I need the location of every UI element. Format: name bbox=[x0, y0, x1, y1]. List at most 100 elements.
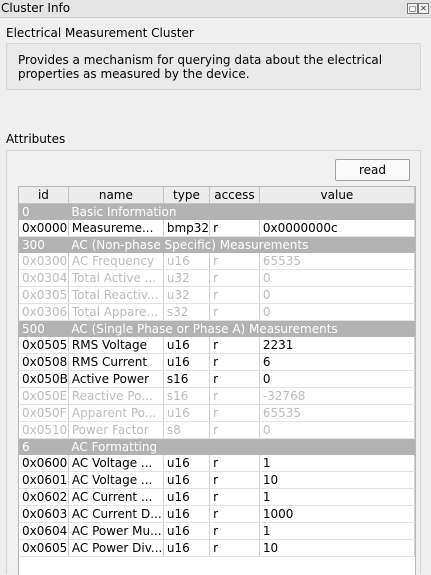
cell-access: r bbox=[209, 337, 260, 354]
cell-access: r bbox=[209, 303, 260, 321]
table-row[interactable]: 0x0605 AC Power Div... u16 r 10 bbox=[19, 539, 416, 557]
cell-id: 0x0510 bbox=[19, 421, 69, 439]
group-name: AC (Non-phase Specific) Measurements bbox=[68, 236, 415, 253]
cell-value: 0 bbox=[259, 370, 416, 388]
cell-value: 10 bbox=[259, 539, 416, 557]
cell-type: u32 bbox=[163, 269, 211, 287]
cell-name: Total Appare... bbox=[68, 303, 164, 321]
cell-access: r bbox=[209, 370, 260, 388]
cell-type: u16 bbox=[163, 404, 211, 422]
cell-name: Total Reactiv... bbox=[68, 286, 164, 304]
table-row[interactable]: 0x050B Active Power s16 r 0 bbox=[19, 370, 416, 388]
cell-type: s16 bbox=[163, 370, 211, 388]
table-group-row: 500 AC (Single Phase or Phase A) Measurem… bbox=[19, 320, 415, 337]
cell-access: r bbox=[209, 404, 260, 422]
cell-type: u16 bbox=[163, 522, 211, 540]
cell-id: 0x0505 bbox=[19, 337, 69, 354]
table-row[interactable]: 0x0000 Measureme... bmp32 r 0x0000000c bbox=[19, 220, 416, 237]
cell-id: 0x0600 bbox=[19, 455, 69, 472]
cluster-description: Provides a mechanism for querying data a… bbox=[18, 53, 408, 81]
cell-access: r bbox=[209, 488, 260, 506]
close-icon[interactable]: ✕ bbox=[418, 3, 429, 14]
group-id: 500 bbox=[19, 320, 69, 337]
cell-value: 1 bbox=[259, 488, 416, 506]
cell-id: 0x050F bbox=[19, 404, 69, 422]
cluster-name: Electrical Measurement Cluster bbox=[6, 26, 194, 40]
cell-access: r bbox=[209, 269, 260, 287]
cell-value: 0 bbox=[259, 421, 416, 439]
cell-id: 0x0603 bbox=[19, 505, 69, 523]
attributes-table: id name type access value 0 Basic Informa… bbox=[19, 187, 416, 557]
group-name: AC (Single Phase or Phase A) Measurement… bbox=[68, 320, 415, 337]
cell-id: 0x0602 bbox=[19, 488, 69, 506]
group-id: 300 bbox=[19, 236, 69, 253]
cell-access: r bbox=[209, 220, 260, 237]
table-row[interactable]: 0x0604 AC Power Mu... u16 r 1 bbox=[19, 522, 416, 540]
cell-name: Power Factor bbox=[68, 421, 164, 439]
cell-id: 0x0304 bbox=[19, 269, 69, 287]
attributes-table-body: 0 Basic Information 0x0000 Measureme... bmp3… bbox=[19, 203, 416, 557]
table-row[interactable]: 0x0603 AC Current D... u16 r 1000 bbox=[19, 505, 416, 523]
table-row[interactable]: 0x050F Apparent Po... u16 r 65535 bbox=[19, 404, 416, 422]
attributes-label: Attributes bbox=[6, 132, 66, 146]
cell-value: 1000 bbox=[259, 505, 416, 523]
column-header-access[interactable]: access bbox=[209, 187, 260, 204]
table-row[interactable]: 0x0300 AC Frequency u16 r 65535 bbox=[19, 253, 416, 270]
cell-name: Apparent Po... bbox=[68, 404, 164, 422]
cell-name: AC Power Div... bbox=[68, 539, 164, 557]
cell-name: RMS Current bbox=[68, 353, 164, 371]
cell-type: s32 bbox=[163, 303, 211, 321]
cell-name: AC Current ... bbox=[68, 488, 164, 506]
table-row[interactable]: 0x0505 RMS Voltage u16 r 2231 bbox=[19, 337, 416, 354]
table-row[interactable]: 0x050E Reactive Po... s16 r -32768 bbox=[19, 387, 416, 405]
description-line-1: Provides a mechanism for querying data a… bbox=[18, 53, 383, 67]
group-name: Basic Information bbox=[68, 203, 415, 220]
cell-id: 0x0604 bbox=[19, 522, 69, 540]
cell-type: u32 bbox=[163, 286, 211, 304]
column-header-name[interactable]: name bbox=[68, 187, 164, 204]
read-button[interactable]: read bbox=[335, 159, 410, 181]
cell-access: r bbox=[209, 471, 260, 489]
table-row[interactable]: 0x0508 RMS Current u16 r 6 bbox=[19, 353, 416, 371]
cell-value: 0 bbox=[259, 303, 416, 321]
cell-name: RMS Voltage bbox=[68, 337, 164, 354]
cell-id: 0x0305 bbox=[19, 286, 69, 304]
cell-id: 0x0601 bbox=[19, 471, 69, 489]
table-row[interactable]: 0x0305 Total Reactiv... u32 r 0 bbox=[19, 286, 416, 304]
group-id: 6 bbox=[19, 438, 69, 455]
cell-access: r bbox=[209, 539, 260, 557]
cell-id: 0x0605 bbox=[19, 539, 69, 557]
cell-id: 0x050E bbox=[19, 387, 69, 405]
table-row[interactable]: 0x0602 AC Current ... u16 r 1 bbox=[19, 488, 416, 506]
cell-access: r bbox=[209, 353, 260, 371]
cell-name: Measureme... bbox=[68, 220, 164, 237]
cell-type: s16 bbox=[163, 387, 211, 405]
table-group-row: 0 Basic Information bbox=[19, 203, 415, 220]
cell-access: r bbox=[209, 387, 260, 405]
attributes-table-container[interactable]: id name type access value 0 Basic Informa… bbox=[18, 186, 416, 575]
cell-type: u16 bbox=[163, 455, 211, 472]
cell-type: u16 bbox=[163, 539, 211, 557]
float-icon[interactable]: ▢ bbox=[407, 3, 418, 14]
cell-value: 10 bbox=[259, 471, 416, 489]
table-row[interactable]: 0x0601 AC Voltage ... u16 r 10 bbox=[19, 471, 416, 489]
cell-name: AC Frequency bbox=[68, 253, 164, 270]
cell-type: u16 bbox=[163, 471, 211, 489]
column-header-value[interactable]: value bbox=[259, 187, 416, 204]
table-row[interactable]: 0x0600 AC Voltage ... u16 r 1 bbox=[19, 455, 416, 472]
table-row[interactable]: 0x0306 Total Appare... s32 r 0 bbox=[19, 303, 416, 321]
cell-name: Active Power bbox=[68, 370, 164, 388]
column-header-type[interactable]: type bbox=[163, 187, 211, 204]
cell-id: 0x050B bbox=[19, 370, 69, 388]
cell-access: r bbox=[209, 286, 260, 304]
group-name: AC Formatting bbox=[68, 438, 415, 455]
cell-type: u16 bbox=[163, 353, 211, 371]
column-header-id[interactable]: id bbox=[19, 187, 69, 204]
table-row[interactable]: 0x0304 Total Active ... u32 r 0 bbox=[19, 269, 416, 287]
table-row[interactable]: 0x0510 Power Factor s8 r 0 bbox=[19, 421, 416, 439]
cell-name: AC Voltage ... bbox=[68, 455, 164, 472]
cell-name: AC Voltage ... bbox=[68, 471, 164, 489]
cell-type: bmp32 bbox=[163, 220, 211, 237]
window-title: Cluster Info bbox=[1, 1, 71, 15]
cell-name: AC Current D... bbox=[68, 505, 164, 523]
